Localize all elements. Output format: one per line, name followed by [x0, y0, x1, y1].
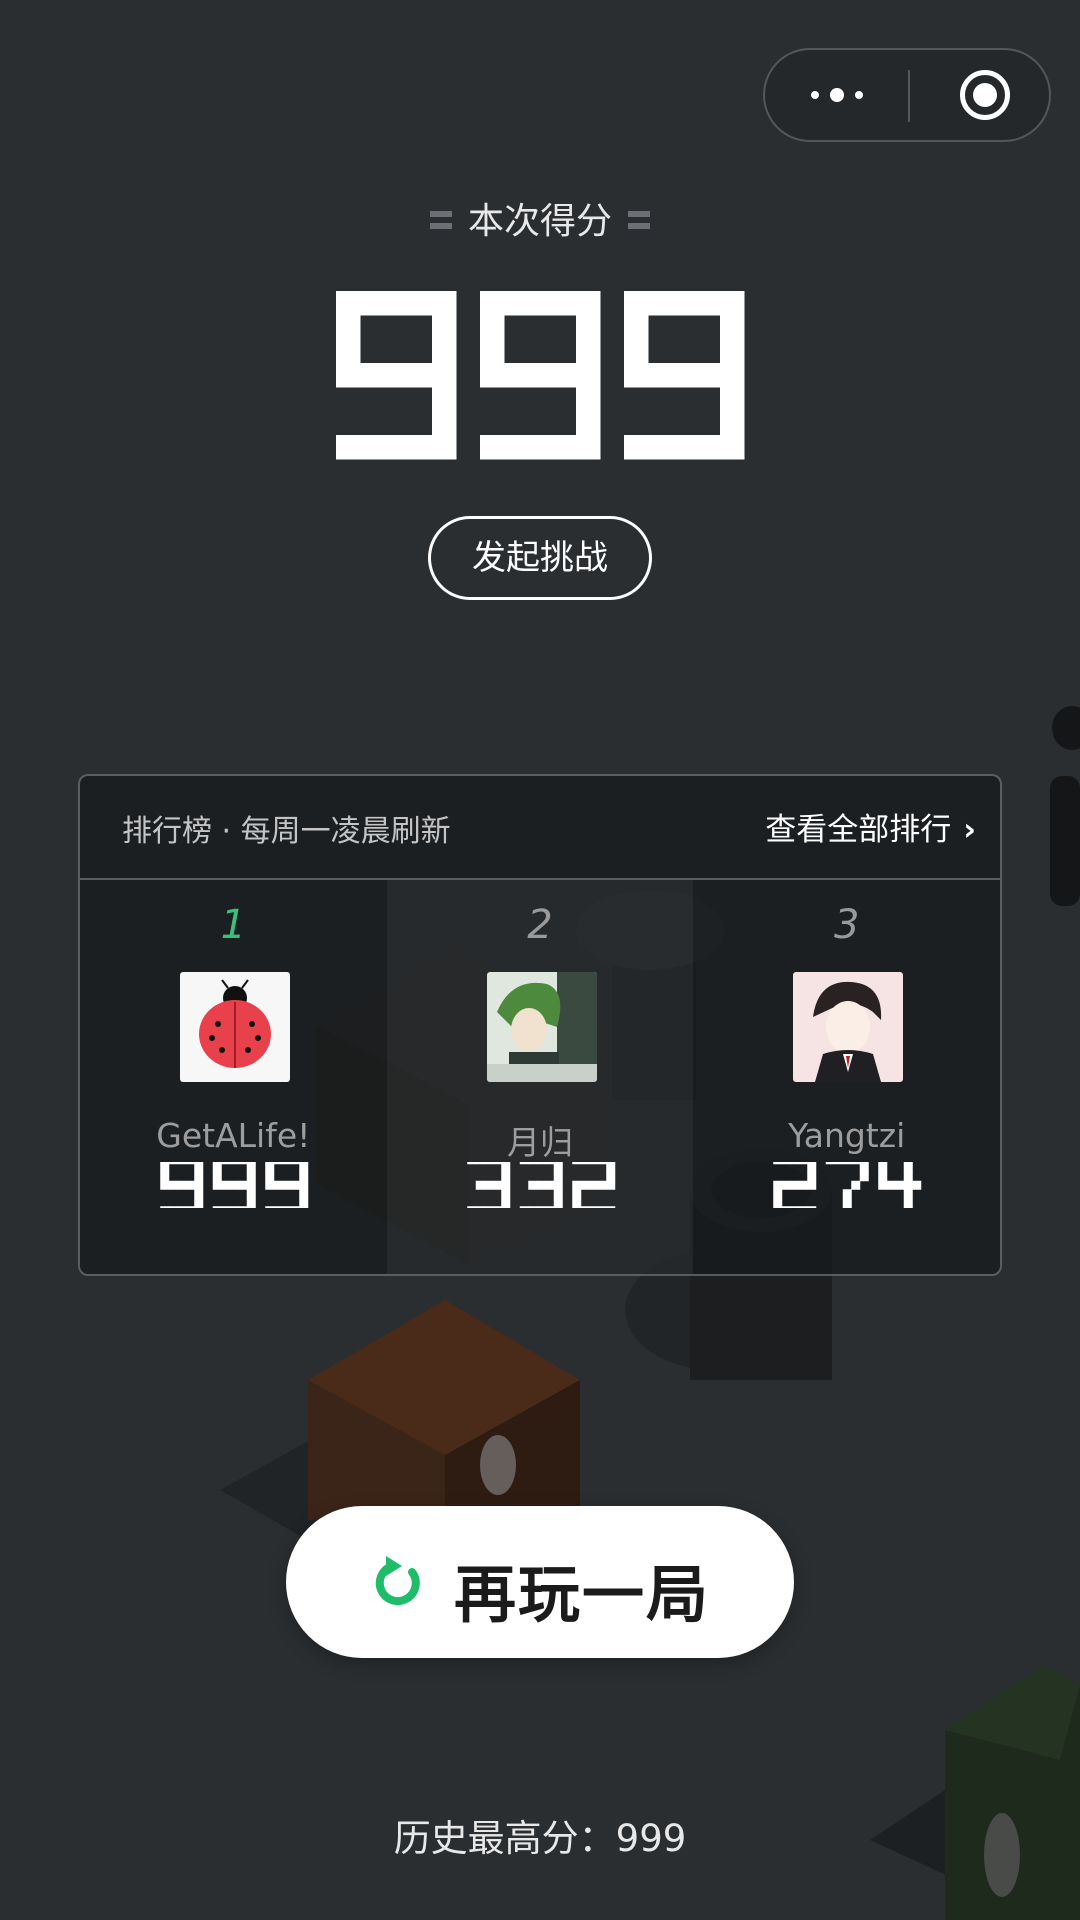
- rank-number: 2: [527, 902, 553, 948]
- digit-3: [466, 1155, 510, 1216]
- more-dots-icon[interactable]: [765, 50, 908, 140]
- anime-suit-avatar: [793, 972, 904, 1082]
- mini-program-capsule: [763, 48, 1051, 142]
- player-score: 332: [387, 1155, 694, 1216]
- digit-3: [519, 1155, 563, 1216]
- player-score: 999: [80, 1155, 387, 1216]
- player-score-digits: [466, 1155, 615, 1216]
- avatar: [180, 972, 290, 1082]
- current-score: 999: [0, 290, 1080, 460]
- avatar: [793, 972, 904, 1082]
- leaderboard-entry[interactable]: 3 Yangtzi 274: [693, 880, 1000, 1274]
- challenge-button[interactable]: 发起挑战: [428, 516, 652, 600]
- digit-4: [878, 1155, 922, 1216]
- player-name: GetALife!: [156, 1116, 311, 1155]
- leaderboard-entry[interactable]: 1 GetALife! 999: [80, 880, 387, 1274]
- leaderboard-title: 排行榜 · 每周一凌晨刷新: [122, 814, 451, 849]
- equals-decoration-icon: [628, 209, 650, 231]
- view-all-ranking-link[interactable]: 查看全部排行 ›: [765, 804, 976, 849]
- digit-9: [160, 1155, 204, 1216]
- leaderboard-header: 排行榜 · 每周一凌晨刷新 查看全部排行 ›: [80, 776, 1000, 880]
- player-score-digits: [160, 1155, 309, 1216]
- play-again-button[interactable]: 再玩一局: [286, 1506, 794, 1658]
- ladybug-avatar: [180, 972, 290, 1082]
- player-name: Yangtzi: [788, 1116, 906, 1155]
- play-again-label: 再玩一局: [454, 1558, 711, 1631]
- digit-9: [480, 291, 601, 460]
- score-label-text: 本次得分: [467, 201, 612, 242]
- current-score-digits: [336, 291, 745, 460]
- digit-2: [773, 1155, 817, 1216]
- best-score: 历史最高分：999: [393, 1817, 687, 1860]
- leaderboard-entry[interactable]: 2 月归 332: [386, 880, 694, 1274]
- digit-9: [624, 291, 745, 460]
- player-name: 月归: [507, 1123, 573, 1162]
- digit-9: [336, 291, 457, 460]
- digit-7: [826, 1155, 870, 1216]
- rank-number: 3: [833, 902, 860, 948]
- view-all-ranking-label: 查看全部排行: [765, 812, 952, 848]
- digit-9: [212, 1155, 256, 1216]
- player-score: 274: [693, 1155, 1000, 1216]
- avatar: [486, 972, 597, 1082]
- target-close-icon[interactable]: [910, 50, 1049, 140]
- refresh-icon: [375, 1556, 420, 1605]
- player-score-digits: [773, 1155, 922, 1216]
- score-label: 本次得分: [0, 192, 1080, 244]
- anime-green-hair-avatar: [486, 972, 597, 1082]
- chevron-right-icon: ›: [963, 812, 976, 848]
- leaderboard-panel: 排行榜 · 每周一凌晨刷新 查看全部排行 › 1 GetALife! 999: [78, 774, 1002, 1276]
- digit-2: [571, 1155, 615, 1216]
- equals-decoration-icon: [429, 209, 452, 231]
- rank-number: 1: [220, 902, 247, 948]
- digit-9: [265, 1155, 309, 1216]
